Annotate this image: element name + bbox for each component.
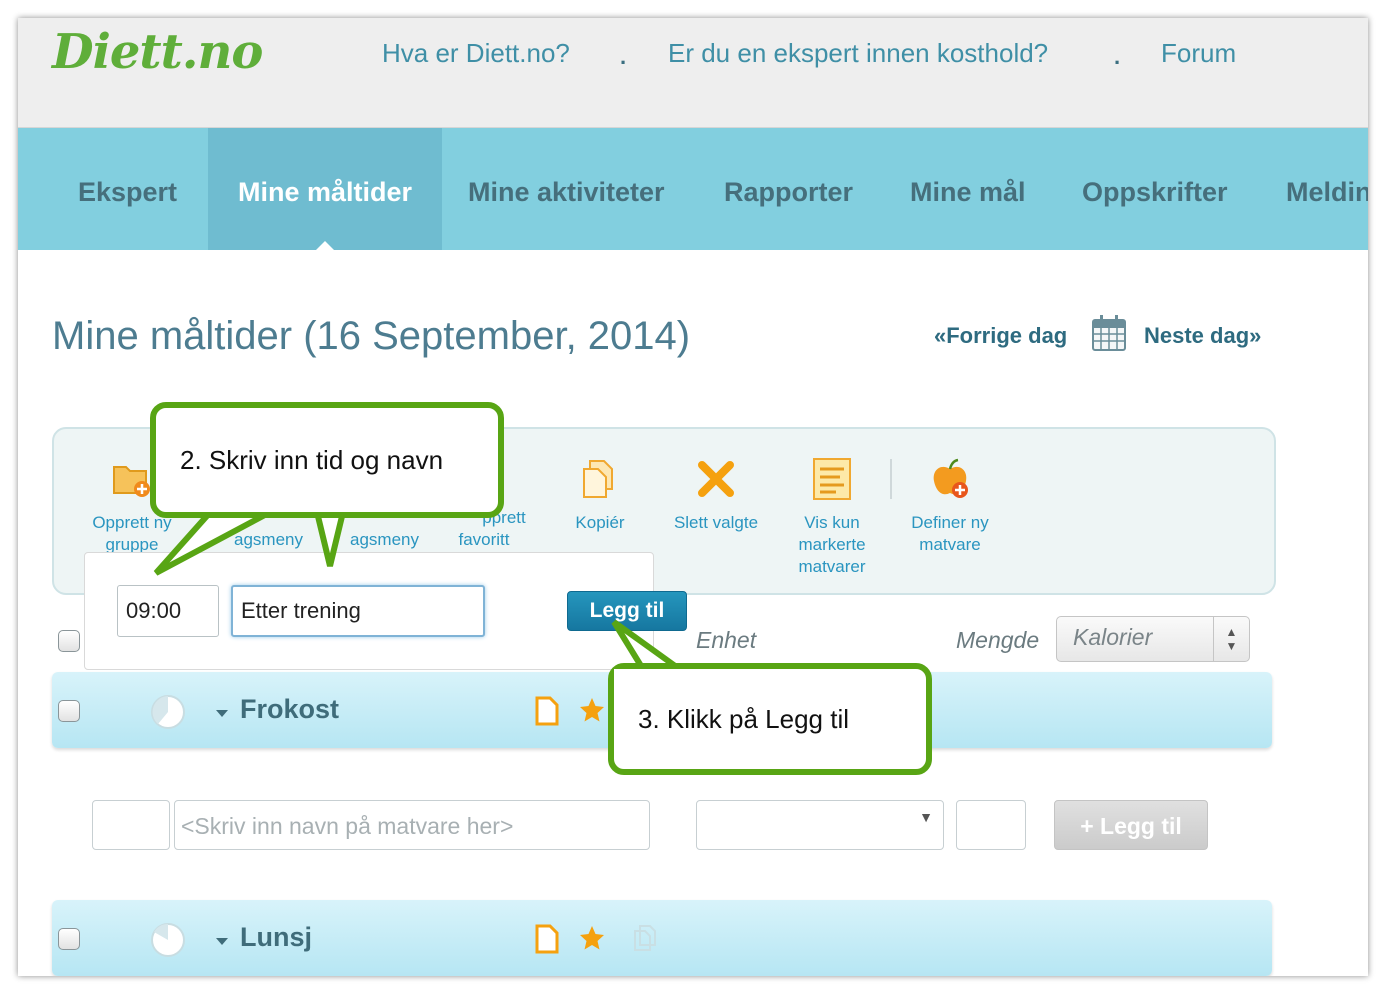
tool-delete-selected[interactable]: Slett valgte [666, 457, 766, 534]
collapse-icon[interactable] [216, 938, 228, 945]
new-group-popup: Legg til [84, 552, 687, 670]
star-icon[interactable] [578, 696, 606, 724]
top-header: Diett.no Hva er Diett.no? . Er du en eks… [18, 18, 1368, 128]
nav-item-mine-maltider[interactable]: Mine måltider [208, 128, 442, 251]
toolbar-divider [890, 459, 892, 499]
nav-item-ekspert[interactable]: Ekspert [78, 128, 177, 250]
delete-x-icon [698, 461, 734, 497]
meal-checkbox[interactable] [58, 928, 80, 950]
apple-add-icon [933, 458, 968, 498]
tool-label: Vis kun [804, 513, 860, 532]
app-window: Diett.no Hva er Diett.no? . Er du en eks… [18, 18, 1368, 976]
nav-item-meldinger[interactable]: Meldin [1286, 128, 1368, 250]
meal-name[interactable]: Lunsj [240, 922, 312, 953]
tool-label: markerte [798, 535, 866, 554]
callout-tail-cover [314, 500, 346, 510]
callout-step-3: 3. Klikk på Legg til [608, 663, 932, 775]
select-all-checkbox[interactable] [58, 630, 80, 652]
tool-show-marked[interactable]: Vis kun markerte matvarer [782, 457, 882, 578]
select-arrows-icon: ▲ ▼ [1213, 617, 1249, 661]
nav-item-mine-aktiviteter[interactable]: Mine aktiviteter [468, 128, 665, 250]
document-icon[interactable] [534, 696, 560, 726]
meal-name[interactable]: Frokost [240, 694, 339, 725]
chevron-down-icon: ▼ [919, 809, 933, 825]
meal-chart-icon [151, 923, 185, 957]
nav-item-mine-mal[interactable]: Mine mål [910, 128, 1026, 250]
link-forum[interactable]: Forum [1161, 38, 1236, 69]
logo[interactable]: Diett.no [52, 24, 263, 80]
tool-label: matvare [919, 535, 981, 554]
tool-label: Kopiér [575, 513, 625, 532]
add-food-button[interactable]: + Legg til [1054, 800, 1208, 850]
header-separator: . [620, 44, 627, 69]
nav-item-oppskrifter[interactable]: Oppskrifter [1082, 128, 1228, 250]
tool-label: favoritt [458, 530, 510, 549]
next-day-link[interactable]: Neste dag» [1144, 323, 1261, 349]
main-nav: Ekspert Mine måltider Mine aktiviteter R… [18, 128, 1368, 251]
copy-icon [583, 460, 613, 498]
link-hva-er-diett[interactable]: Hva er Diett.no? [382, 38, 570, 69]
callout-tail-cover [206, 500, 286, 510]
collapse-icon[interactable] [216, 710, 228, 717]
tool-label: agsmeny [350, 530, 419, 549]
meal-chart-icon [151, 695, 185, 729]
food-time-input[interactable] [92, 800, 170, 850]
list-icon [813, 458, 851, 500]
nav-item-rapporter[interactable]: Rapporter [724, 128, 853, 250]
header-separator: . [1114, 44, 1121, 69]
tool-label: matvarer [798, 557, 866, 576]
tool-label: Definer ny [911, 513, 989, 532]
folder-add-icon [113, 466, 150, 497]
link-ekspert-kosthold[interactable]: Er du en ekspert innen kosthold? [668, 38, 1048, 69]
calendar-icon[interactable] [1092, 314, 1126, 352]
nutrient-select[interactable]: Kalorier ▲ ▼ [1056, 616, 1250, 662]
legg-til-group-button[interactable]: Legg til [567, 591, 687, 631]
group-time-input[interactable] [117, 585, 219, 637]
food-name-input[interactable]: <Skriv inn navn på matvare her> [174, 800, 650, 850]
group-name-input[interactable] [231, 585, 485, 637]
prev-day-link[interactable]: «Forrige dag [934, 323, 1067, 349]
document-icon[interactable] [534, 924, 560, 954]
star-icon[interactable] [578, 924, 606, 952]
unit-select[interactable]: ▼ [696, 800, 944, 850]
tool-label: agsmeny [234, 530, 303, 549]
column-mengde: Mengde [956, 627, 1040, 653]
callout-tail-cover [614, 669, 684, 679]
page-title: Mine måltider (16 September, 2014) [52, 314, 691, 358]
copy-icon[interactable] [632, 924, 658, 952]
tool-label: Slett valgte [673, 513, 759, 532]
nutrient-select-value: Kalorier [1073, 624, 1153, 650]
tool-define-food[interactable]: Definer ny matvare [900, 457, 1000, 556]
meal-row-lunsj: Lunsj [52, 900, 1272, 976]
column-enhet: Enhet [696, 627, 757, 653]
amount-input[interactable] [956, 800, 1026, 850]
tool-copy[interactable]: Kopiér [550, 457, 650, 534]
meal-checkbox[interactable] [58, 700, 80, 722]
